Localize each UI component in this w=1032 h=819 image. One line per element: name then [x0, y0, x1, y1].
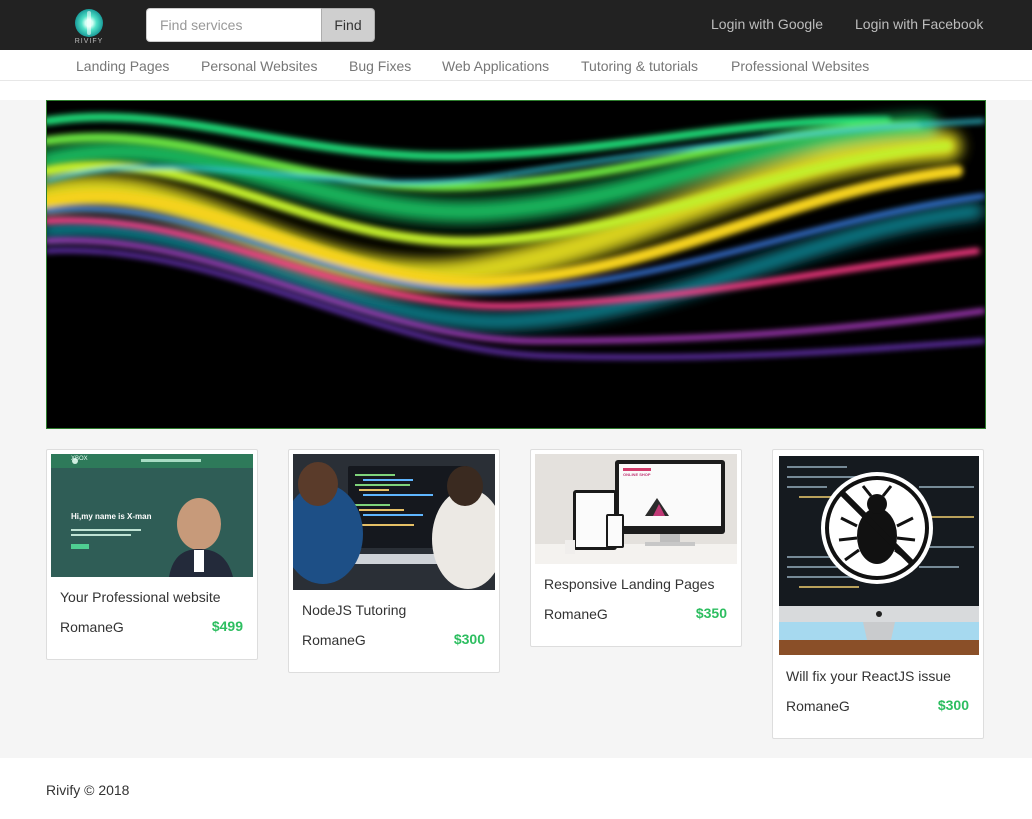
category-bug-fixes[interactable]: Bug Fixes: [349, 58, 411, 74]
thumbnail-heading: ONLINE SHOP: [623, 472, 651, 477]
listing-author: RomaneG: [786, 698, 850, 714]
footer-copyright: Rivify © 2018: [46, 782, 130, 798]
listing-card-professional-website[interactable]: XBOX Hi,my name is X-man Your Profession…: [46, 449, 258, 660]
login-facebook-link[interactable]: Login with Facebook: [855, 16, 983, 32]
thumbnail-heading: Hi,my name is X-man: [71, 512, 152, 521]
find-button[interactable]: Find: [321, 8, 375, 42]
rivify-logo[interactable]: RIVIFY: [72, 8, 106, 48]
listing-thumbnail: ONLINE SHOP: [535, 454, 737, 564]
listing-price: $300: [937, 697, 969, 713]
hero-light-waves-image: [47, 112, 985, 360]
category-nav: Landing Pages Personal Websites Bug Fixe…: [0, 50, 1032, 81]
listing-price: $350: [695, 605, 727, 621]
listing-author: RomaneG: [302, 632, 366, 648]
footer: Rivify © 2018: [0, 758, 1032, 819]
hero-banner: [46, 100, 986, 429]
logo-wordmark: RIVIFY: [74, 38, 104, 45]
listing-price: $300: [453, 631, 485, 647]
top-navbar: RIVIFY Find Login with Google Login with…: [0, 0, 1032, 50]
listing-author: RomaneG: [544, 606, 608, 622]
listing-title[interactable]: Responsive Landing Pages: [544, 576, 714, 592]
listing-title[interactable]: NodeJS Tutoring: [302, 602, 406, 618]
listing-author: RomaneG: [60, 619, 124, 635]
listing-card-landing-pages[interactable]: ONLINE SHOP Responsive Landing Pages Rom…: [530, 449, 742, 647]
category-personal-websites[interactable]: Personal Websites: [201, 58, 317, 74]
category-landing-pages[interactable]: Landing Pages: [76, 58, 169, 74]
logo-orb-icon: [75, 9, 103, 37]
listing-thumbnail: [779, 456, 979, 655]
category-professional-websites[interactable]: Professional Websites: [731, 58, 869, 74]
login-google-link[interactable]: Login with Google: [711, 16, 823, 32]
listing-thumbnail: [293, 454, 495, 590]
category-tutoring[interactable]: Tutoring & tutorials: [581, 58, 698, 74]
listing-price: $499: [211, 618, 243, 634]
category-web-applications[interactable]: Web Applications: [442, 58, 549, 74]
search-form: Find: [146, 8, 375, 42]
listing-card-nodejs-tutoring[interactable]: NodeJS Tutoring RomaneG $300: [288, 449, 500, 673]
listing-title[interactable]: Your Professional website: [60, 589, 221, 605]
listing-card-reactjs-fix[interactable]: Will fix your ReactJS issue RomaneG $300: [772, 449, 984, 739]
listing-title[interactable]: Will fix your ReactJS issue: [786, 668, 951, 684]
thumbnail-nav-brand: XBOX: [71, 456, 88, 462]
listing-thumbnail: XBOX Hi,my name is X-man: [51, 454, 253, 577]
search-input[interactable]: [146, 8, 322, 42]
